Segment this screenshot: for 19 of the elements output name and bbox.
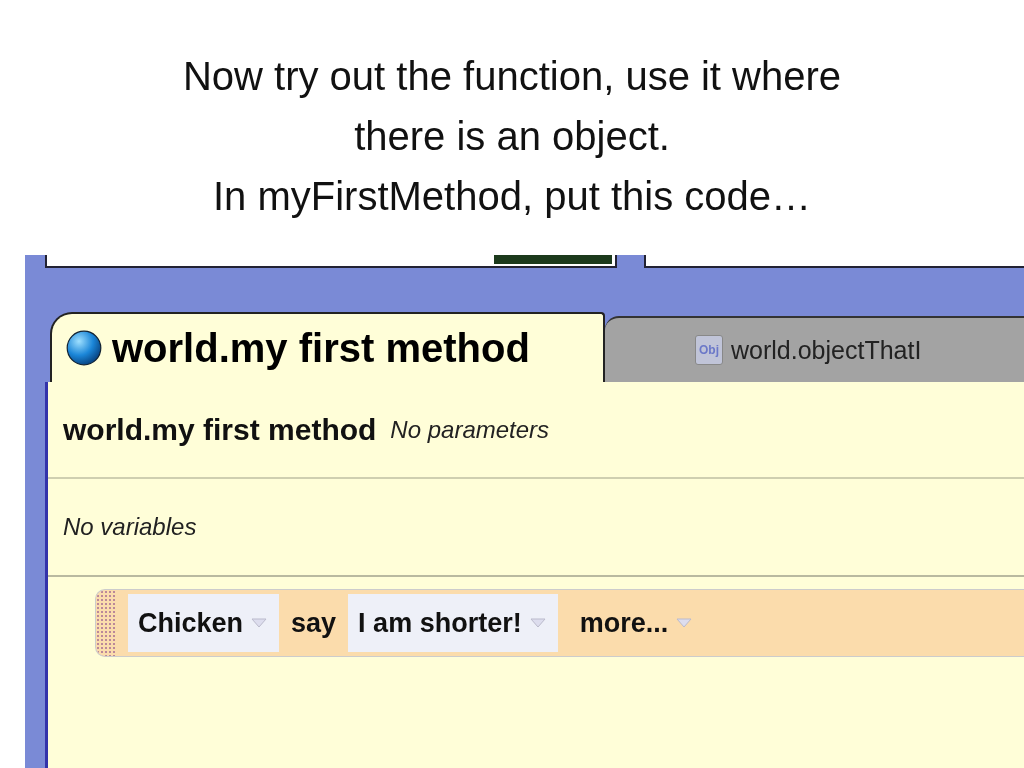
method-name: world.my first method <box>63 412 377 447</box>
caret-icon <box>676 618 693 628</box>
slide-title: Now try out the function, use it where <box>182 53 842 100</box>
dropdown-tile[interactable]: more... <box>569 594 705 652</box>
editor-tab[interactable]: Obj world.objectThatI <box>605 316 1024 382</box>
statement-block[interactable]: Chicken say I am shorter! more... <box>95 589 1024 657</box>
caret-icon <box>529 618 546 628</box>
statement-keyword: say <box>291 607 337 639</box>
drag-handle[interactable] <box>96 590 116 656</box>
object-icon: Obj <box>695 335 723 365</box>
dropdown-tile[interactable]: Chicken <box>128 594 280 652</box>
editor-tab[interactable]: world.my first method <box>50 312 605 382</box>
slide-title: there is an object. <box>354 113 670 160</box>
dropdown-tile[interactable]: I am shorter! <box>348 594 558 652</box>
caret-icon <box>251 618 268 628</box>
sphere-icon <box>66 330 102 366</box>
parameters-label: No parameters <box>390 415 550 444</box>
variables-label: No variables <box>63 513 197 541</box>
slide-title: In myFirstMethod, put this code… <box>213 173 811 220</box>
